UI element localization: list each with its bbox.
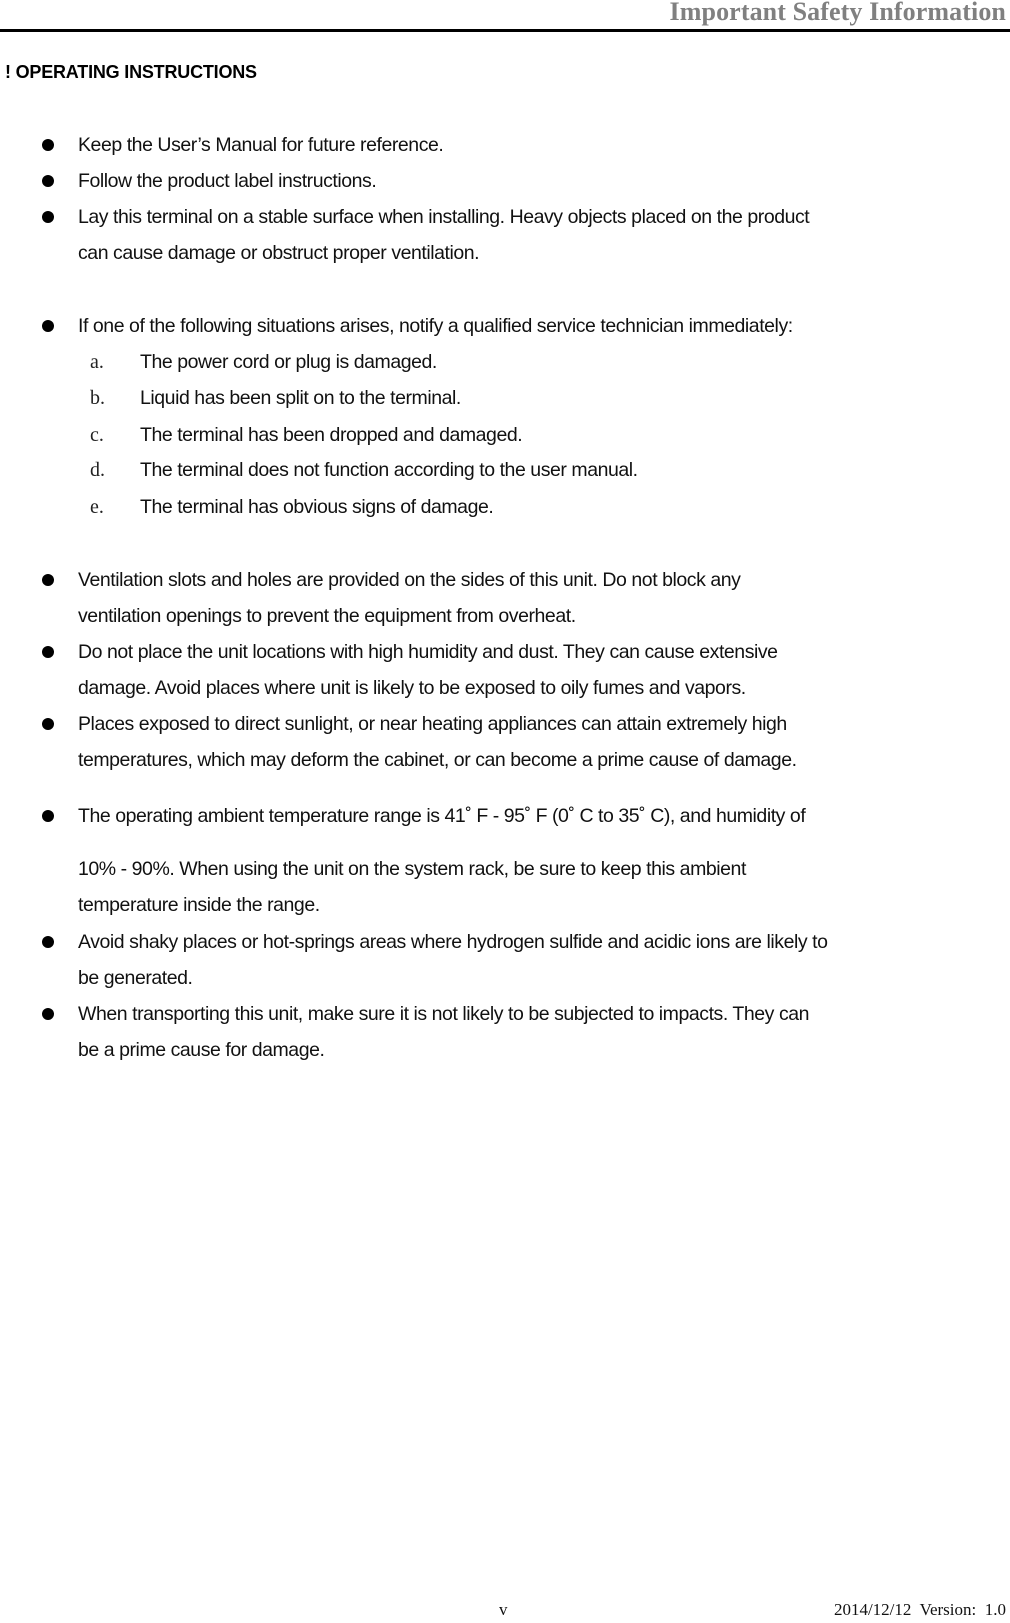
sub-list-item: d. The terminal does not function accord…: [0, 452, 1010, 488]
bullet-text: Avoid shaky places or hot-springs areas …: [78, 931, 828, 989]
sub-list-item: a. The power cord or plug is damaged.: [0, 344, 1010, 380]
page-header-title: Important Safety Information: [669, 0, 1006, 26]
document-page: Important Safety Information ! OPERATING…: [0, 0, 1010, 1623]
header-divider: [0, 29, 1010, 32]
bullet-icon: [42, 646, 54, 658]
bullet-text: Keep the User’s Manual for future refere…: [78, 134, 444, 156]
bullet-icon: [42, 810, 54, 822]
bullet-text: 10% - 90%. When using the unit on the sy…: [78, 858, 746, 916]
bullet-icon: [42, 320, 54, 332]
bullet-text: Follow the product label instructions.: [78, 170, 377, 192]
sub-list-item: e. The terminal has obvious signs of dam…: [0, 489, 1010, 525]
sub-list-marker: e.: [90, 496, 104, 518]
bullet-icon: [42, 139, 54, 151]
bullet-text: If one of the following situations arise…: [78, 315, 793, 337]
sub-list-item: b. Liquid has been split on to the termi…: [0, 380, 1010, 416]
bullet-text: Ventilation slots and holes are provided…: [78, 569, 741, 627]
sub-list-marker: d.: [90, 459, 105, 481]
page-number: v: [499, 1600, 508, 1619]
bullet-text: Do not place the unit locations with hig…: [78, 641, 778, 699]
sub-list-marker: c.: [90, 424, 104, 446]
bullet-text: Places exposed to direct sunlight, or ne…: [78, 713, 797, 771]
sub-list-marker: b.: [90, 387, 105, 409]
bullet-icon: [42, 1008, 54, 1020]
sub-list-text: The terminal has been dropped and damage…: [140, 424, 523, 446]
sub-list-text: The terminal has obvious signs of damage…: [140, 496, 494, 518]
bullet-icon: [42, 175, 54, 187]
bullet-icon: [42, 211, 54, 223]
bullet-icon: [42, 718, 54, 730]
sub-list-item: c. The terminal has been dropped and dam…: [0, 417, 1010, 453]
date-version-label: 2014/12/12 Version: 1.0: [833, 1600, 1006, 1619]
section-heading: ! OPERATING INSTRUCTIONS: [5, 62, 257, 82]
sub-list-text: The terminal does not function according…: [140, 459, 638, 481]
bullet-text: When transporting this unit, make sure i…: [78, 1003, 810, 1061]
sub-list-text: The power cord or plug is damaged.: [140, 351, 437, 373]
sub-list-text: Liquid has been split on to the terminal…: [140, 387, 461, 409]
sub-list-marker: a.: [90, 351, 104, 373]
bullet-text: Lay this terminal on a stable surface wh…: [78, 206, 810, 264]
bullet-icon: [42, 936, 54, 948]
bullet-text: The operating ambient temperature range …: [78, 805, 806, 827]
bullet-icon: [42, 574, 54, 586]
